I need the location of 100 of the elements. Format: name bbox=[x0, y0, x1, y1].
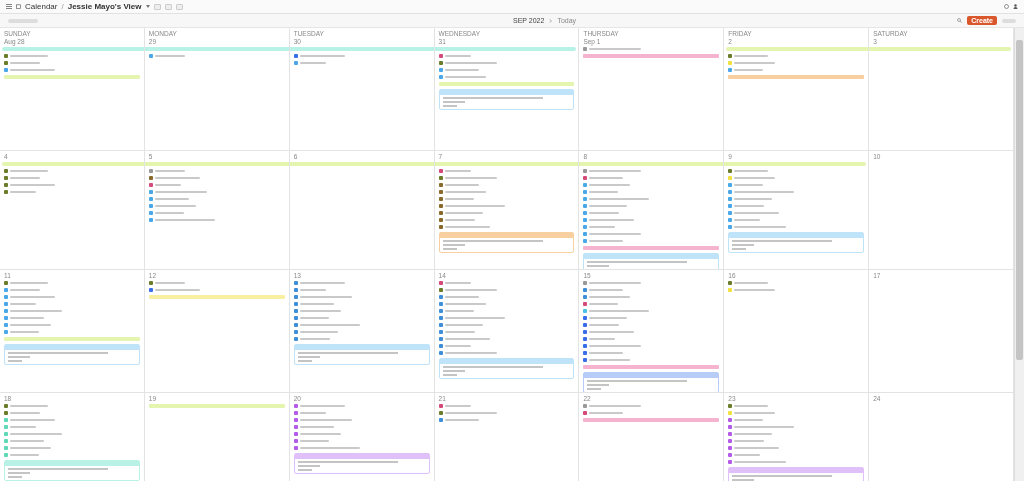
multi-day-event-bar[interactable] bbox=[579, 162, 724, 166]
task-placeholder-line[interactable] bbox=[154, 177, 200, 179]
group-by-control[interactable] bbox=[8, 18, 38, 23]
event-bar[interactable] bbox=[583, 246, 720, 250]
task-placeholder-line[interactable] bbox=[589, 331, 635, 333]
task-placeholder-line[interactable] bbox=[589, 310, 650, 312]
task-placeholder-line[interactable] bbox=[154, 191, 207, 193]
task-placeholder-line[interactable] bbox=[444, 177, 497, 179]
task-placeholder-line[interactable] bbox=[444, 205, 505, 207]
task-placeholder-line[interactable] bbox=[10, 191, 36, 193]
task-placeholder-line[interactable] bbox=[299, 55, 345, 57]
task-placeholder-line[interactable] bbox=[734, 62, 776, 64]
task-placeholder-line[interactable] bbox=[589, 338, 616, 340]
task-placeholder-line[interactable] bbox=[589, 226, 616, 228]
task-placeholder-line[interactable] bbox=[734, 184, 764, 186]
task-placeholder-line[interactable] bbox=[734, 433, 773, 435]
task-placeholder-line[interactable] bbox=[299, 433, 341, 435]
task-placeholder-line[interactable] bbox=[154, 212, 184, 214]
task-placeholder-line[interactable] bbox=[10, 331, 39, 333]
task-placeholder-line[interactable] bbox=[154, 55, 185, 57]
event-card[interactable] bbox=[583, 253, 720, 269]
task-placeholder-line[interactable] bbox=[734, 198, 773, 200]
view-title[interactable]: Jessie Mayo's View bbox=[67, 2, 142, 11]
task-placeholder-line[interactable] bbox=[299, 447, 360, 449]
task-placeholder-line[interactable] bbox=[734, 170, 769, 172]
task-placeholder-line[interactable] bbox=[299, 310, 341, 312]
task-placeholder-line[interactable] bbox=[154, 205, 196, 207]
task-placeholder-line[interactable] bbox=[299, 303, 334, 305]
task-placeholder-line[interactable] bbox=[444, 69, 479, 71]
task-placeholder-line[interactable] bbox=[444, 226, 490, 228]
task-placeholder-line[interactable] bbox=[589, 191, 619, 193]
task-placeholder-line[interactable] bbox=[154, 198, 189, 200]
task-placeholder-line[interactable] bbox=[154, 219, 215, 221]
event-card[interactable] bbox=[293, 344, 430, 365]
task-placeholder-line[interactable] bbox=[10, 184, 55, 186]
task-placeholder-line[interactable] bbox=[10, 419, 55, 421]
task-placeholder-line[interactable] bbox=[299, 324, 360, 326]
task-placeholder-line[interactable] bbox=[444, 324, 483, 326]
event-card[interactable] bbox=[4, 460, 140, 481]
task-placeholder-line[interactable] bbox=[589, 240, 624, 242]
task-placeholder-line[interactable] bbox=[444, 191, 486, 193]
task-placeholder-line[interactable] bbox=[589, 317, 628, 319]
event-card[interactable] bbox=[438, 358, 575, 379]
event-card[interactable] bbox=[4, 344, 140, 365]
task-placeholder-line[interactable] bbox=[589, 205, 628, 207]
task-placeholder-line[interactable] bbox=[10, 447, 51, 449]
event-bar[interactable] bbox=[728, 75, 865, 79]
task-placeholder-line[interactable] bbox=[10, 310, 62, 312]
task-placeholder-line[interactable] bbox=[444, 289, 497, 291]
task-placeholder-line[interactable] bbox=[734, 412, 776, 414]
task-placeholder-line[interactable] bbox=[444, 184, 479, 186]
caret-icon[interactable] bbox=[145, 5, 150, 8]
task-placeholder-line[interactable] bbox=[444, 219, 475, 221]
task-placeholder-line[interactable] bbox=[734, 447, 780, 449]
task-placeholder-line[interactable] bbox=[10, 433, 62, 435]
task-placeholder-line[interactable] bbox=[299, 331, 338, 333]
multi-day-event-bar[interactable] bbox=[434, 162, 579, 166]
task-placeholder-line[interactable] bbox=[299, 405, 345, 407]
task-placeholder-line[interactable] bbox=[589, 48, 642, 50]
task-placeholder-line[interactable] bbox=[444, 170, 471, 172]
task-placeholder-line[interactable] bbox=[154, 184, 181, 186]
multi-day-event-bar[interactable] bbox=[289, 47, 434, 51]
event-card[interactable] bbox=[728, 232, 865, 253]
task-placeholder-line[interactable] bbox=[299, 426, 334, 428]
task-placeholder-line[interactable] bbox=[589, 359, 631, 361]
task-placeholder-line[interactable] bbox=[589, 184, 631, 186]
event-bar[interactable] bbox=[148, 404, 285, 408]
task-placeholder-line[interactable] bbox=[589, 345, 642, 347]
task-placeholder-line[interactable] bbox=[154, 289, 200, 291]
task-placeholder-line[interactable] bbox=[299, 412, 326, 414]
task-placeholder-line[interactable] bbox=[444, 345, 471, 347]
task-placeholder-line[interactable] bbox=[589, 324, 620, 326]
task-placeholder-line[interactable] bbox=[734, 405, 769, 407]
task-placeholder-line[interactable] bbox=[10, 405, 48, 407]
task-placeholder-line[interactable] bbox=[734, 282, 769, 284]
task-placeholder-line[interactable] bbox=[734, 226, 787, 228]
event-bar[interactable] bbox=[438, 82, 575, 86]
task-placeholder-line[interactable] bbox=[734, 219, 761, 221]
task-placeholder-line[interactable] bbox=[444, 419, 479, 421]
task-placeholder-line[interactable] bbox=[734, 191, 795, 193]
task-placeholder-line[interactable] bbox=[10, 296, 55, 298]
task-placeholder-line[interactable] bbox=[10, 317, 44, 319]
task-placeholder-line[interactable] bbox=[589, 170, 642, 172]
task-placeholder-line[interactable] bbox=[10, 440, 44, 442]
task-placeholder-line[interactable] bbox=[589, 412, 624, 414]
task-placeholder-line[interactable] bbox=[589, 296, 631, 298]
event-card[interactable] bbox=[293, 453, 430, 474]
event-bar[interactable] bbox=[148, 295, 285, 299]
scrollbar-thumb[interactable] bbox=[1016, 40, 1023, 360]
task-placeholder-line[interactable] bbox=[444, 198, 474, 200]
task-placeholder-line[interactable] bbox=[10, 454, 39, 456]
help-icon[interactable] bbox=[1004, 4, 1009, 9]
task-placeholder-line[interactable] bbox=[444, 62, 497, 64]
multi-day-event-bar[interactable] bbox=[2, 162, 144, 166]
task-placeholder-line[interactable] bbox=[10, 69, 55, 71]
task-placeholder-line[interactable] bbox=[589, 405, 642, 407]
event-card[interactable] bbox=[438, 89, 575, 110]
task-placeholder-line[interactable] bbox=[299, 282, 345, 284]
multi-day-event-bar[interactable] bbox=[2, 47, 144, 51]
multi-day-event-bar[interactable] bbox=[289, 162, 434, 166]
